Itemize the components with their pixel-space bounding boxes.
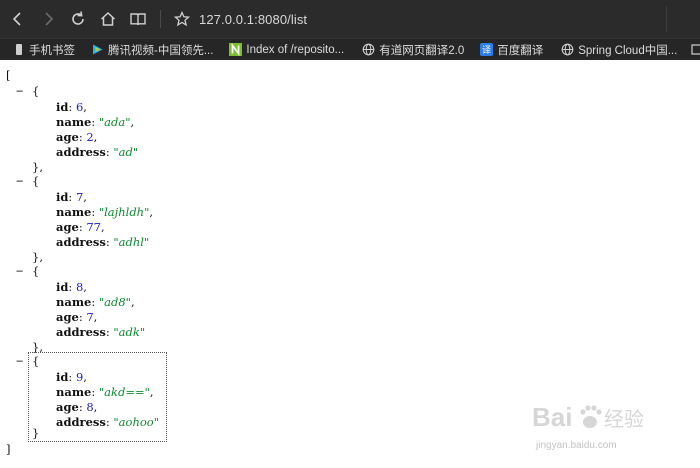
back-arrow-icon xyxy=(12,12,21,26)
bookmark-folder-d[interactable]: D xyxy=(691,39,700,61)
object-open-brace: { xyxy=(32,84,40,98)
object-open-brace: { xyxy=(32,174,40,188)
book-icon xyxy=(130,13,146,26)
bookmark-tencent-video[interactable]: 腾讯视频-中国领先... xyxy=(91,39,213,61)
reading-view-button[interactable] xyxy=(126,7,150,31)
json-entry: address: "adhl" xyxy=(56,235,150,249)
json-entry: name: "ad8", xyxy=(56,295,135,309)
json-entry: age: 7, xyxy=(56,310,98,324)
collapse-toggle[interactable]: − xyxy=(16,84,23,98)
bookmark-label: 手机书签 xyxy=(29,44,75,57)
json-open-bracket: [ xyxy=(6,68,11,82)
json-entry: id: 8, xyxy=(56,280,87,294)
json-entry: name: "akd==", xyxy=(56,385,154,399)
bookmark-baidu-translate[interactable]: 译 百度翻译 xyxy=(480,39,543,61)
json-entry: address: "adk" xyxy=(56,325,146,339)
object-close-brace: }, xyxy=(32,160,43,174)
globe-icon xyxy=(362,43,375,56)
json-entry: id: 9, xyxy=(56,370,87,384)
object-close-brace: } xyxy=(32,426,40,440)
bookmark-youdao[interactable]: 有道网页翻译2.0 xyxy=(362,39,464,61)
json-entry: id: 6, xyxy=(56,100,87,114)
back-button[interactable] xyxy=(6,7,30,31)
toolbar-extension-area xyxy=(666,6,694,32)
bookmarks-bar: 手机书签 腾讯视频-中国领先... Index of /reposito... xyxy=(0,38,700,60)
reload-icon xyxy=(72,11,84,25)
bookmark-label: Index of /reposito... xyxy=(246,43,345,56)
svg-text:经验: 经验 xyxy=(604,407,644,431)
json-entry: id: 7, xyxy=(56,190,87,204)
mobile-bookmark-icon xyxy=(12,43,25,56)
baidu-paw-logo: Bai 经验 xyxy=(532,402,644,432)
toolbar-divider xyxy=(160,10,161,28)
json-entry: age: 77, xyxy=(56,220,105,234)
svg-text:Bai: Bai xyxy=(532,402,572,432)
browser-toolbar: 127.0.0.1:8080/list xyxy=(0,0,700,38)
reload-button[interactable] xyxy=(66,7,90,31)
paw-icon xyxy=(580,405,602,428)
translate-icon: 译 xyxy=(480,43,494,56)
globe-icon xyxy=(561,43,574,56)
bookmark-label: 有道网页翻译2.0 xyxy=(379,44,465,57)
bookmark-mobile[interactable]: 手机书签 xyxy=(12,39,75,61)
watermark-url: jingyan.baidu.com xyxy=(536,440,617,451)
object-close-brace: }, xyxy=(32,250,43,264)
home-button[interactable] xyxy=(96,7,120,31)
star-icon xyxy=(174,11,190,27)
bookmark-spring-cloud[interactable]: Spring Cloud中国... xyxy=(561,39,677,61)
forward-arrow-icon xyxy=(45,12,54,26)
object-open-brace: { xyxy=(32,264,40,278)
tencent-video-icon xyxy=(91,43,104,56)
json-entry: address: "aohoo" xyxy=(56,415,160,429)
watermark: Bai 经验 jingyan.baidu.com xyxy=(528,396,668,456)
favorite-button[interactable] xyxy=(171,8,193,30)
bookmark-label: 腾讯视频-中国领先... xyxy=(108,44,214,57)
folder-icon xyxy=(691,43,700,56)
json-entry: age: 2, xyxy=(56,130,98,144)
forward-button[interactable] xyxy=(36,7,60,31)
json-viewer: [ − { id: 6, name: "ada", age: 2, addres… xyxy=(0,60,700,468)
collapse-toggle[interactable]: − xyxy=(16,174,23,188)
address-bar[interactable]: 127.0.0.1:8080/list xyxy=(199,12,307,27)
n-logo-icon xyxy=(229,43,243,56)
collapse-toggle[interactable]: − xyxy=(16,264,23,278)
object-open-brace: { xyxy=(32,354,40,368)
home-icon xyxy=(100,11,116,26)
json-entry: name: "lajhldh", xyxy=(56,205,154,219)
svg-text:译: 译 xyxy=(482,45,491,56)
collapse-toggle[interactable]: − xyxy=(16,354,23,368)
bookmark-label: Spring Cloud中国... xyxy=(578,44,678,57)
json-entry: address: "ad" xyxy=(56,145,139,159)
json-entry: age: 8, xyxy=(56,400,98,414)
json-close-bracket: ] xyxy=(6,442,11,456)
bookmark-index-repository[interactable]: Index of /reposito... xyxy=(229,39,344,61)
json-entry: name: "ada", xyxy=(56,115,135,129)
bookmark-label: 百度翻译 xyxy=(497,44,544,57)
